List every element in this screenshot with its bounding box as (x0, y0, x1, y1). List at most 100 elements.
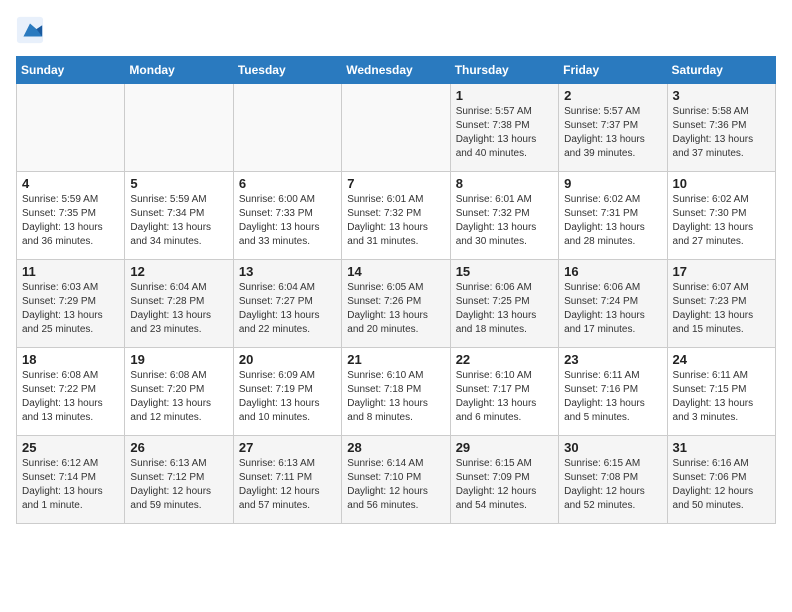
day-number: 16 (564, 264, 661, 279)
day-info: Sunrise: 6:05 AMSunset: 7:26 PMDaylight:… (347, 281, 444, 337)
day-info: Sunrise: 6:07 AMSunset: 7:23 PMDaylight:… (673, 281, 770, 337)
day-of-week-header: Sunday (17, 57, 125, 84)
calendar-week-row: 18Sunrise: 6:08 AMSunset: 7:22 PMDayligh… (17, 348, 776, 436)
day-info: Sunrise: 6:02 AMSunset: 7:31 PMDaylight:… (564, 193, 661, 249)
day-info: Sunrise: 6:11 AMSunset: 7:15 PMDaylight:… (673, 369, 770, 425)
day-number: 9 (564, 176, 661, 191)
day-number: 3 (673, 88, 770, 103)
day-info: Sunrise: 6:10 AMSunset: 7:17 PMDaylight:… (456, 369, 553, 425)
calendar-cell (342, 84, 450, 172)
calendar-table: SundayMondayTuesdayWednesdayThursdayFrid… (16, 56, 776, 524)
day-number: 23 (564, 352, 661, 367)
calendar-cell: 1 Sunrise: 5:57 AMSunset: 7:38 PMDaylight… (450, 84, 558, 172)
calendar-cell: 3 Sunrise: 5:58 AMSunset: 7:36 PMDaylight… (667, 84, 775, 172)
calendar-cell: 6 Sunrise: 6:00 AMSunset: 7:33 PMDaylight… (233, 172, 341, 260)
day-info: Sunrise: 6:11 AMSunset: 7:16 PMDaylight:… (564, 369, 661, 425)
day-info: Sunrise: 5:58 AMSunset: 7:36 PMDaylight:… (673, 105, 770, 161)
day-info: Sunrise: 6:04 AMSunset: 7:28 PMDaylight:… (130, 281, 227, 337)
day-number: 31 (673, 440, 770, 455)
calendar-cell: 21 Sunrise: 6:10 AMSunset: 7:18 PMDayligh… (342, 348, 450, 436)
day-info: Sunrise: 6:14 AMSunset: 7:10 PMDaylight:… (347, 457, 444, 513)
calendar-cell (233, 84, 341, 172)
day-info: Sunrise: 6:08 AMSunset: 7:20 PMDaylight:… (130, 369, 227, 425)
day-info: Sunrise: 6:04 AMSunset: 7:27 PMDaylight:… (239, 281, 336, 337)
day-number: 21 (347, 352, 444, 367)
calendar-cell: 11 Sunrise: 6:03 AMSunset: 7:29 PMDayligh… (17, 260, 125, 348)
logo (16, 16, 48, 44)
day-number: 18 (22, 352, 119, 367)
day-number: 14 (347, 264, 444, 279)
calendar-cell: 16 Sunrise: 6:06 AMSunset: 7:24 PMDayligh… (559, 260, 667, 348)
day-info: Sunrise: 5:59 AMSunset: 7:35 PMDaylight:… (22, 193, 119, 249)
calendar-cell: 8 Sunrise: 6:01 AMSunset: 7:32 PMDaylight… (450, 172, 558, 260)
calendar-cell: 2 Sunrise: 5:57 AMSunset: 7:37 PMDaylight… (559, 84, 667, 172)
calendar-cell: 15Sunrise: 6:06 AMSunset: 7:25 PMDayligh… (450, 260, 558, 348)
calendar-cell: 7Sunrise: 6:01 AMSunset: 7:32 PMDaylight… (342, 172, 450, 260)
day-number: 19 (130, 352, 227, 367)
day-number: 12 (130, 264, 227, 279)
calendar-cell: 5Sunrise: 5:59 AMSunset: 7:34 PMDaylight… (125, 172, 233, 260)
day-number: 13 (239, 264, 336, 279)
calendar-week-row: 1 Sunrise: 5:57 AMSunset: 7:38 PMDaylight… (17, 84, 776, 172)
day-info: Sunrise: 6:10 AMSunset: 7:18 PMDaylight:… (347, 369, 444, 425)
day-number: 24 (673, 352, 770, 367)
calendar-week-row: 11 Sunrise: 6:03 AMSunset: 7:29 PMDayligh… (17, 260, 776, 348)
day-of-week-header: Monday (125, 57, 233, 84)
day-info: Sunrise: 6:15 AMSunset: 7:09 PMDaylight:… (456, 457, 553, 513)
day-info: Sunrise: 6:09 AMSunset: 7:19 PMDaylight:… (239, 369, 336, 425)
calendar-cell: 20 Sunrise: 6:09 AMSunset: 7:19 PMDayligh… (233, 348, 341, 436)
day-number: 2 (564, 88, 661, 103)
logo-icon (16, 16, 44, 44)
calendar-cell (125, 84, 233, 172)
calendar-cell: 12 Sunrise: 6:04 AMSunset: 7:28 PMDayligh… (125, 260, 233, 348)
calendar-cell: 10Sunrise: 6:02 AMSunset: 7:30 PMDayligh… (667, 172, 775, 260)
calendar-cell: 14 Sunrise: 6:05 AMSunset: 7:26 PMDayligh… (342, 260, 450, 348)
calendar-header-row: SundayMondayTuesdayWednesdayThursdayFrid… (17, 57, 776, 84)
calendar-cell: 17 Sunrise: 6:07 AMSunset: 7:23 PMDayligh… (667, 260, 775, 348)
day-of-week-header: Saturday (667, 57, 775, 84)
calendar-week-row: 4Sunrise: 5:59 AMSunset: 7:35 PMDaylight… (17, 172, 776, 260)
day-number: 1 (456, 88, 553, 103)
day-number: 7 (347, 176, 444, 191)
calendar-cell: 31 Sunrise: 6:16 AMSunset: 7:06 PMDayligh… (667, 436, 775, 524)
day-info: Sunrise: 6:02 AMSunset: 7:30 PMDaylight:… (673, 193, 770, 249)
day-number: 20 (239, 352, 336, 367)
day-info: Sunrise: 6:03 AMSunset: 7:29 PMDaylight:… (22, 281, 119, 337)
page-header (16, 16, 776, 44)
calendar-cell: 4Sunrise: 5:59 AMSunset: 7:35 PMDaylight… (17, 172, 125, 260)
day-number: 15 (456, 264, 553, 279)
calendar-cell: 30Sunrise: 6:15 AMSunset: 7:08 PMDayligh… (559, 436, 667, 524)
day-info: Sunrise: 6:16 AMSunset: 7:06 PMDaylight:… (673, 457, 770, 513)
calendar-cell: 24 Sunrise: 6:11 AMSunset: 7:15 PMDayligh… (667, 348, 775, 436)
day-of-week-header: Thursday (450, 57, 558, 84)
day-of-week-header: Tuesday (233, 57, 341, 84)
day-number: 8 (456, 176, 553, 191)
calendar-cell: 13 Sunrise: 6:04 AMSunset: 7:27 PMDayligh… (233, 260, 341, 348)
day-info: Sunrise: 6:00 AMSunset: 7:33 PMDaylight:… (239, 193, 336, 249)
calendar-cell: 18Sunrise: 6:08 AMSunset: 7:22 PMDayligh… (17, 348, 125, 436)
day-number: 11 (22, 264, 119, 279)
day-number: 28 (347, 440, 444, 455)
day-number: 17 (673, 264, 770, 279)
calendar-cell: 29 Sunrise: 6:15 AMSunset: 7:09 PMDayligh… (450, 436, 558, 524)
day-info: Sunrise: 6:06 AMSunset: 7:24 PMDaylight:… (564, 281, 661, 337)
day-number: 26 (130, 440, 227, 455)
day-number: 29 (456, 440, 553, 455)
calendar-cell: 25Sunrise: 6:12 AMSunset: 7:14 PMDayligh… (17, 436, 125, 524)
day-number: 27 (239, 440, 336, 455)
day-info: Sunrise: 6:15 AMSunset: 7:08 PMDaylight:… (564, 457, 661, 513)
calendar-cell: 22 Sunrise: 6:10 AMSunset: 7:17 PMDayligh… (450, 348, 558, 436)
calendar-cell: 19 Sunrise: 6:08 AMSunset: 7:20 PMDayligh… (125, 348, 233, 436)
day-info: Sunrise: 6:13 AMSunset: 7:12 PMDaylight:… (130, 457, 227, 513)
calendar-cell (17, 84, 125, 172)
day-info: Sunrise: 6:01 AMSunset: 7:32 PMDaylight:… (456, 193, 553, 249)
day-info: Sunrise: 5:57 AMSunset: 7:37 PMDaylight:… (564, 105, 661, 161)
day-number: 22 (456, 352, 553, 367)
day-info: Sunrise: 6:12 AMSunset: 7:14 PMDaylight:… (22, 457, 119, 513)
calendar-cell: 9 Sunrise: 6:02 AMSunset: 7:31 PMDaylight… (559, 172, 667, 260)
day-info: Sunrise: 5:57 AMSunset: 7:38 PMDaylight:… (456, 105, 553, 161)
day-number: 6 (239, 176, 336, 191)
calendar-cell: 26 Sunrise: 6:13 AMSunset: 7:12 PMDayligh… (125, 436, 233, 524)
day-info: Sunrise: 6:13 AMSunset: 7:11 PMDaylight:… (239, 457, 336, 513)
calendar-cell: 27 Sunrise: 6:13 AMSunset: 7:11 PMDayligh… (233, 436, 341, 524)
